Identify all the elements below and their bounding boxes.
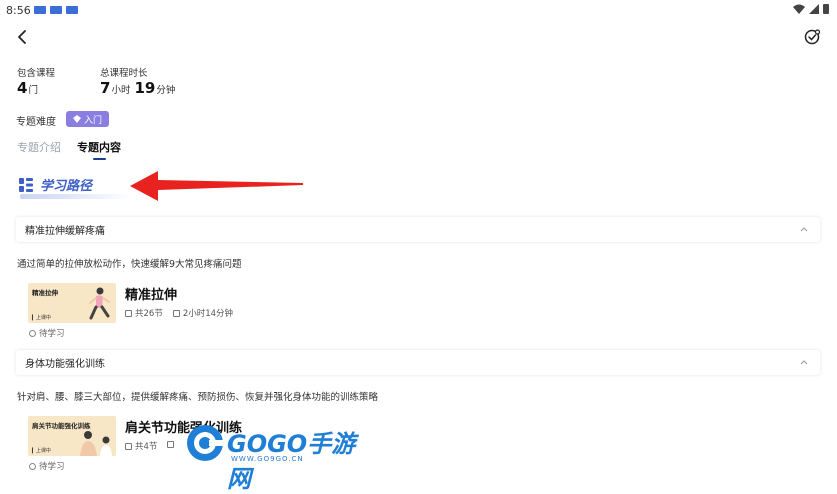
section-title: 精准拉伸缓解疼痛: [25, 226, 105, 237]
duration-icon: [167, 441, 175, 448]
diamond-icon: [72, 115, 81, 123]
tab-intro[interactable]: 专题介绍: [17, 139, 61, 155]
watermark-logo-icon: [187, 425, 225, 461]
share-icon[interactable]: [803, 28, 821, 46]
section-header-function[interactable]: 身体功能强化训练: [16, 350, 820, 375]
section-description: 通过简单的拉伸放松动作，快速缓解9大常见疼痛问题: [17, 259, 242, 270]
course-status-text: 待学习: [39, 462, 65, 472]
tab-content[interactable]: 专题内容: [77, 139, 121, 155]
duration-icon: [172, 310, 180, 317]
wifi-icon: [793, 4, 805, 14]
course-duration-text: 2小时14分钟: [182, 309, 234, 319]
lesson-count-text: 共4节: [135, 442, 158, 452]
course-count: 4门: [17, 79, 42, 97]
course-duration: 2小时14分钟: [172, 307, 234, 319]
course-status-text: 待学习: [39, 329, 65, 339]
notification-icon: [50, 6, 62, 14]
learning-path-underline: [20, 194, 132, 199]
status-ring-icon: [29, 462, 36, 470]
section-description: 针对肩、腰、膝三大部位，提供缓解疼痛、预防损伤、恢复并强化身体功能的训练策略: [17, 392, 379, 403]
lesson-count-text: 共26节: [135, 309, 163, 319]
path-list-icon: [19, 177, 33, 192]
lesson-count: 共26节: [125, 307, 163, 319]
status-time: 8:56: [6, 4, 31, 17]
course-meta: 共4节: [125, 440, 177, 452]
watermark: GOGO手游网 WWW.GO9GO.CN: [183, 418, 373, 493]
duration-hours: 7: [100, 79, 111, 97]
course-title: 精准拉伸: [125, 288, 178, 303]
course-duration: [167, 440, 177, 452]
watermark-url: WWW.GO9GO.CN: [231, 455, 304, 463]
duration-minutes: 19: [134, 79, 156, 97]
learning-path-heading: 学习路径: [18, 175, 92, 194]
lessons-icon: [125, 443, 132, 450]
tab-active-indicator: [93, 158, 106, 160]
notification-icon: [34, 6, 46, 14]
section-header-stretching[interactable]: 精准拉伸缓解疼痛: [16, 217, 820, 242]
course-status: 待学习: [29, 460, 65, 472]
course-count-value: 4: [17, 79, 28, 97]
red-arrow-annotation: [130, 171, 303, 201]
difficulty-badge-label: 入门: [83, 115, 102, 126]
duration-hours-unit: 小时: [111, 85, 131, 96]
runner-illustration: [89, 287, 110, 320]
course-thumbnail: 肩关节功能强化训练 ▎上课中: [28, 416, 116, 456]
chevron-up-icon: [800, 360, 808, 365]
shoulder-illustration: [80, 431, 112, 456]
battery-icon: [823, 4, 829, 14]
course-meta: 共26节 2小时14分钟: [125, 307, 233, 319]
thumbnail-tag: ▎上课中: [32, 448, 51, 454]
thumbnail-tag: ▎上课中: [32, 315, 51, 321]
section-title: 身体功能强化训练: [25, 359, 105, 370]
course-count-label: 包含课程: [17, 68, 56, 79]
learning-path-title: 学习路径: [40, 179, 93, 194]
signal-icon: [809, 4, 819, 14]
course-count-unit: 门: [28, 85, 38, 96]
notification-icon: [66, 6, 78, 14]
duration-label: 总课程时长: [100, 68, 148, 79]
duration-minutes-unit: 分钟: [156, 85, 176, 96]
thumbnail-title: 精准拉伸: [32, 289, 58, 297]
difficulty-badge: 入门: [66, 111, 109, 127]
status-ring-icon: [29, 329, 36, 337]
course-status: 待学习: [29, 327, 65, 339]
chevron-up-icon: [800, 227, 808, 232]
status-bar: 8:56: [0, 0, 837, 22]
back-button[interactable]: [14, 28, 32, 46]
total-duration: 7小时 19分钟: [100, 79, 179, 97]
system-icons: [793, 4, 829, 14]
difficulty-label: 专题难度: [16, 117, 56, 128]
lessons-icon: [125, 310, 132, 317]
lesson-count: 共4节: [125, 440, 157, 452]
course-thumbnail: 精准拉伸 ▎上课中: [28, 283, 116, 323]
